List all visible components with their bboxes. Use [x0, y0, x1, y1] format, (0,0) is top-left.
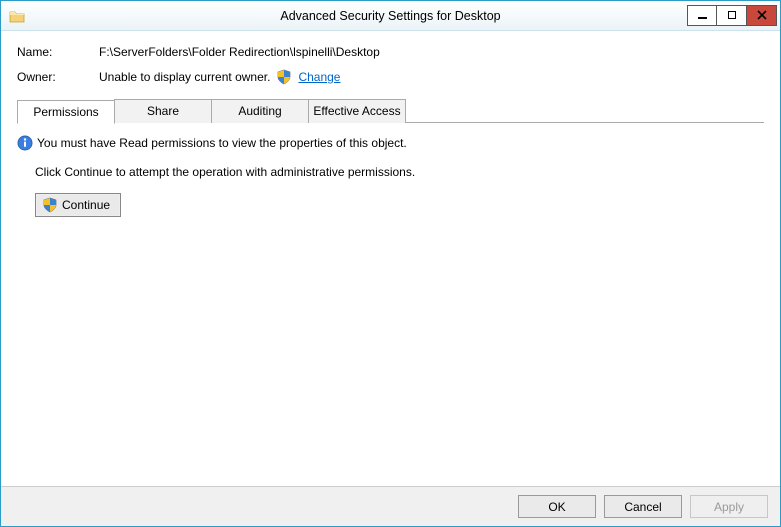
- titlebar: Advanced Security Settings for Desktop: [1, 1, 780, 31]
- uac-shield-icon: [276, 69, 292, 85]
- tab-permissions[interactable]: Permissions: [17, 100, 115, 124]
- owner-value: Unable to display current owner.: [99, 70, 270, 84]
- owner-label: Owner:: [17, 70, 99, 84]
- owner-row: Owner: Unable to display current owner. …: [17, 69, 764, 85]
- folder-icon: [9, 8, 25, 24]
- tab-effective-access[interactable]: Effective Access: [308, 99, 406, 123]
- name-value: F:\ServerFolders\Folder Redirection\lspi…: [99, 45, 380, 59]
- window-controls: [687, 5, 777, 27]
- uac-shield-icon: [42, 197, 58, 213]
- continue-message: Click Continue to attempt the operation …: [35, 165, 764, 179]
- cancel-button[interactable]: Cancel: [604, 495, 682, 518]
- window-title: Advanced Security Settings for Desktop: [1, 9, 780, 23]
- close-button[interactable]: [747, 5, 777, 26]
- info-icon: [17, 135, 33, 151]
- dialog-footer: OK Cancel Apply: [1, 486, 780, 526]
- ok-button[interactable]: OK: [518, 495, 596, 518]
- tab-share[interactable]: Share: [114, 99, 212, 123]
- tab-strip: Permissions Share Auditing Effective Acc…: [17, 99, 764, 123]
- name-label: Name:: [17, 45, 99, 59]
- advanced-security-window: Advanced Security Settings for Desktop N…: [0, 0, 781, 527]
- info-message-row: You must have Read permissions to view t…: [17, 135, 764, 151]
- tab-panel-permissions: You must have Read permissions to view t…: [17, 122, 764, 478]
- name-row: Name: F:\ServerFolders\Folder Redirectio…: [17, 45, 764, 59]
- continue-button[interactable]: Continue: [35, 193, 121, 217]
- apply-button: Apply: [690, 495, 768, 518]
- tab-auditing[interactable]: Auditing: [211, 99, 309, 123]
- content-area: Name: F:\ServerFolders\Folder Redirectio…: [1, 31, 780, 486]
- change-owner-link[interactable]: Change: [298, 70, 340, 84]
- minimize-button[interactable]: [687, 5, 717, 26]
- continue-button-label: Continue: [62, 198, 110, 212]
- info-message-text: You must have Read permissions to view t…: [37, 136, 407, 150]
- maximize-button[interactable]: [717, 5, 747, 26]
